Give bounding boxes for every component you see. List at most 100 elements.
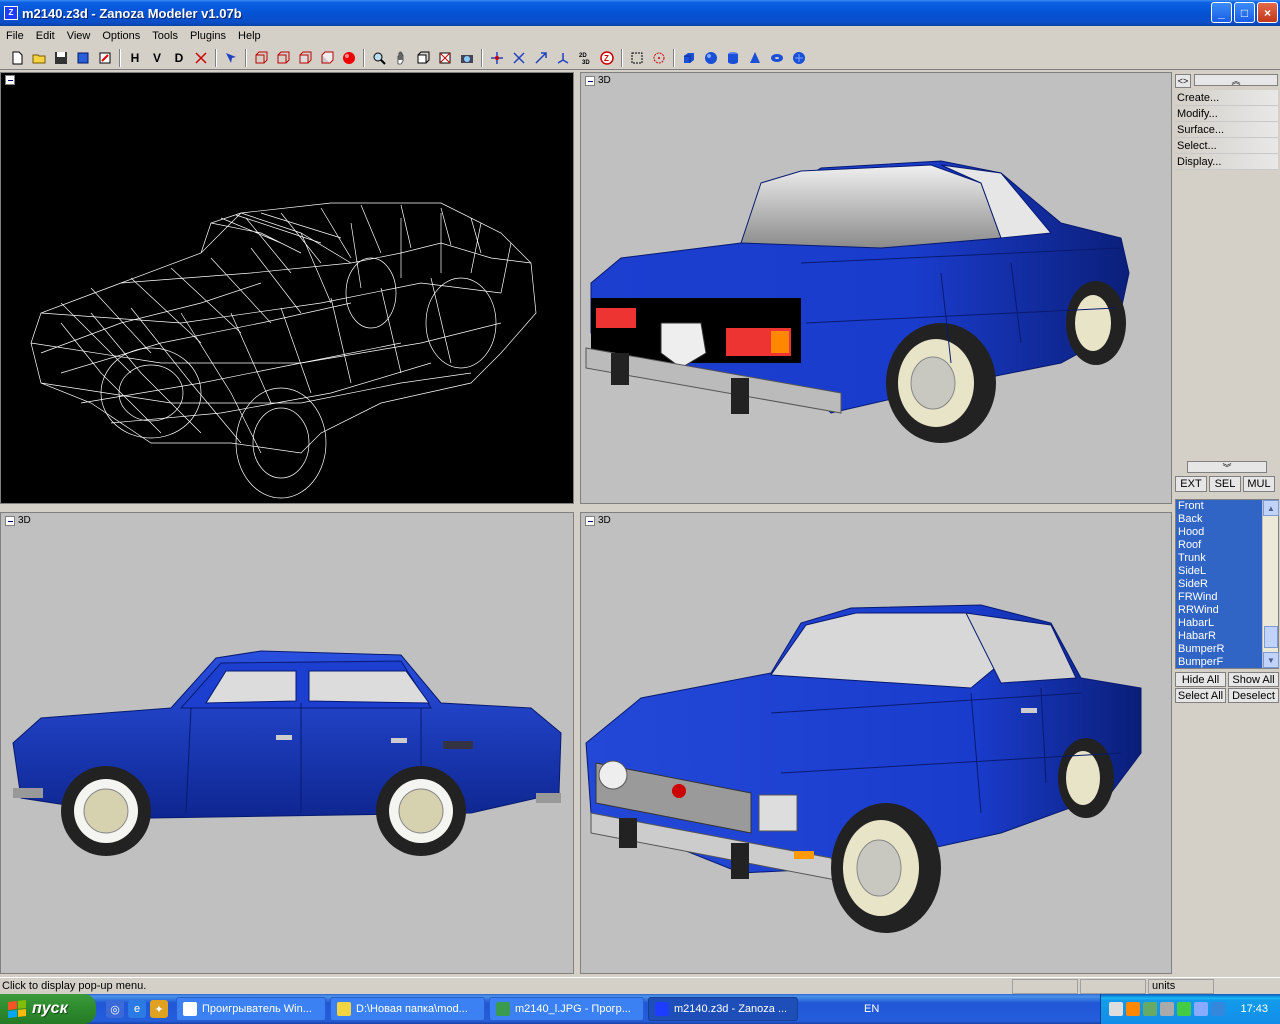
list-item[interactable]: SideR <box>1176 578 1264 591</box>
new-file-icon[interactable] <box>6 47 28 69</box>
camera-icon[interactable] <box>456 47 478 69</box>
list-item[interactable]: Hood <box>1176 526 1264 539</box>
hide-all-button[interactable]: Hide All <box>1175 672 1226 687</box>
viewport-3d-side[interactable]: 3D <box>0 512 574 974</box>
create-menu-item[interactable]: Create... <box>1175 90 1278 106</box>
tab-ext[interactable]: EXT <box>1175 476 1207 492</box>
task-image-viewer[interactable]: m2140_l.JPG - Прогр... <box>489 997 644 1021</box>
menu-help[interactable]: Help <box>232 30 267 42</box>
open-folder-icon[interactable] <box>28 47 50 69</box>
list-item[interactable]: SideL <box>1176 565 1264 578</box>
viewport-3d-rear[interactable]: 3D <box>580 72 1172 504</box>
tray-network-icon[interactable] <box>1143 1002 1157 1016</box>
modify-menu-item[interactable]: Modify... <box>1175 106 1278 122</box>
tray-monitor-icon[interactable] <box>1211 1002 1225 1016</box>
list-item[interactable]: HabarL <box>1176 617 1264 630</box>
scroll-down-button[interactable]: ︾ <box>1187 461 1267 473</box>
sphere-primitive-icon[interactable] <box>700 47 722 69</box>
zoom-region-icon[interactable] <box>434 47 456 69</box>
pan-hand-icon[interactable] <box>390 47 412 69</box>
list-item[interactable]: FRWind <box>1176 591 1264 604</box>
tray-volume-icon[interactable] <box>1160 1002 1174 1016</box>
scroll-thumb[interactable] <box>1264 626 1278 648</box>
internet-explorer-icon[interactable]: e <box>128 1000 146 1018</box>
display-menu-item[interactable]: Display... <box>1175 154 1278 170</box>
list-item[interactable]: BumperF <box>1176 656 1264 669</box>
language-indicator[interactable]: EN <box>864 1003 879 1015</box>
panel-toggle-button[interactable]: <> <box>1175 74 1191 88</box>
2d-3d-icon[interactable]: 2D 3D <box>574 47 596 69</box>
viewport-menu-icon[interactable] <box>585 75 595 86</box>
app-icon[interactable]: Z <box>4 6 18 20</box>
viewport-menu-icon[interactable] <box>5 75 15 85</box>
list-item[interactable]: Roof <box>1176 539 1264 552</box>
menu-options[interactable]: Options <box>96 30 146 42</box>
menu-file[interactable]: File <box>0 30 30 42</box>
scroll-up-button[interactable]: ︽ <box>1194 74 1278 86</box>
menu-tools[interactable]: Tools <box>146 30 184 42</box>
scroll-up-arrow-icon[interactable]: ▲ <box>1263 500 1279 516</box>
menu-plugins[interactable]: Plugins <box>184 30 232 42</box>
surface-menu-item[interactable]: Surface... <box>1175 122 1278 138</box>
media-icon[interactable]: ✦ <box>150 1000 168 1018</box>
cone-primitive-icon[interactable] <box>744 47 766 69</box>
pivot-icon[interactable] <box>552 47 574 69</box>
export-icon[interactable] <box>94 47 116 69</box>
viewport-label[interactable]: 3D <box>5 515 31 526</box>
clock[interactable]: 17:43 <box>1240 1003 1268 1015</box>
viewport-label[interactable]: 3D <box>585 75 611 86</box>
viewport-wireframe[interactable] <box>0 72 574 504</box>
rotate-icon[interactable] <box>508 47 530 69</box>
render-sphere-icon[interactable] <box>338 47 360 69</box>
task-zanoza-modeler[interactable]: m2140.z3d - Zanoza ... <box>648 997 798 1021</box>
pointer-icon[interactable] <box>220 47 242 69</box>
zoom-icon[interactable] <box>368 47 390 69</box>
deselect-button[interactable]: Deselect <box>1228 688 1279 703</box>
axis-icon[interactable] <box>190 47 212 69</box>
viewport-3d-front[interactable]: 3D <box>580 512 1172 974</box>
viewport-label[interactable] <box>5 75 18 85</box>
geosphere-primitive-icon[interactable] <box>788 47 810 69</box>
object-list-scrollbar[interactable]: ▲ ▼ <box>1262 500 1279 668</box>
select-menu-item[interactable]: Select... <box>1175 138 1278 154</box>
box-primitive-icon[interactable] <box>678 47 700 69</box>
cube-persp-icon[interactable] <box>316 47 338 69</box>
viewport-label[interactable]: 3D <box>585 515 611 526</box>
zoom-extents-icon[interactable] <box>412 47 434 69</box>
view-v-button[interactable]: V <box>146 47 168 69</box>
show-desktop-icon[interactable]: ◎ <box>106 1000 124 1018</box>
minimize-button[interactable]: _ <box>1211 2 1232 23</box>
cylinder-primitive-icon[interactable] <box>722 47 744 69</box>
view-d-button[interactable]: D <box>168 47 190 69</box>
torus-primitive-icon[interactable] <box>766 47 788 69</box>
list-item[interactable]: Back <box>1176 513 1264 526</box>
scroll-down-arrow-icon[interactable]: ▼ <box>1263 652 1279 668</box>
view-h-button[interactable]: H <box>124 47 146 69</box>
cube-top-icon[interactable] <box>272 47 294 69</box>
z-axis-icon[interactable]: Z <box>596 47 618 69</box>
tray-app-icon[interactable] <box>1126 1002 1140 1016</box>
save-icon[interactable] <box>50 47 72 69</box>
task-explorer-folder[interactable]: D:\Новая папка\mod... <box>330 997 485 1021</box>
task-media-player[interactable]: Проигрыватель Win... <box>176 997 326 1021</box>
list-item[interactable]: RRWind <box>1176 604 1264 617</box>
list-item[interactable]: BumperR <box>1176 643 1264 656</box>
tab-mul[interactable]: MUL <box>1243 476 1275 492</box>
tray-keyboard-icon[interactable] <box>1109 1002 1123 1016</box>
scale-icon[interactable] <box>530 47 552 69</box>
maximize-button[interactable]: □ <box>1234 2 1255 23</box>
list-item[interactable]: HabarR <box>1176 630 1264 643</box>
list-item[interactable]: Front <box>1176 500 1264 513</box>
menu-view[interactable]: View <box>61 30 97 42</box>
import-icon[interactable] <box>72 47 94 69</box>
tab-sel[interactable]: SEL <box>1209 476 1241 492</box>
viewport-menu-icon[interactable] <box>585 515 595 526</box>
list-item[interactable]: Trunk <box>1176 552 1264 565</box>
close-button[interactable]: × <box>1257 2 1278 23</box>
tray-security-icon[interactable] <box>1177 1002 1191 1016</box>
select-box-icon[interactable] <box>626 47 648 69</box>
tray-sigma-icon[interactable] <box>1194 1002 1208 1016</box>
move-vertex-icon[interactable] <box>486 47 508 69</box>
viewport-menu-icon[interactable] <box>5 515 15 526</box>
cube-side-icon[interactable] <box>294 47 316 69</box>
